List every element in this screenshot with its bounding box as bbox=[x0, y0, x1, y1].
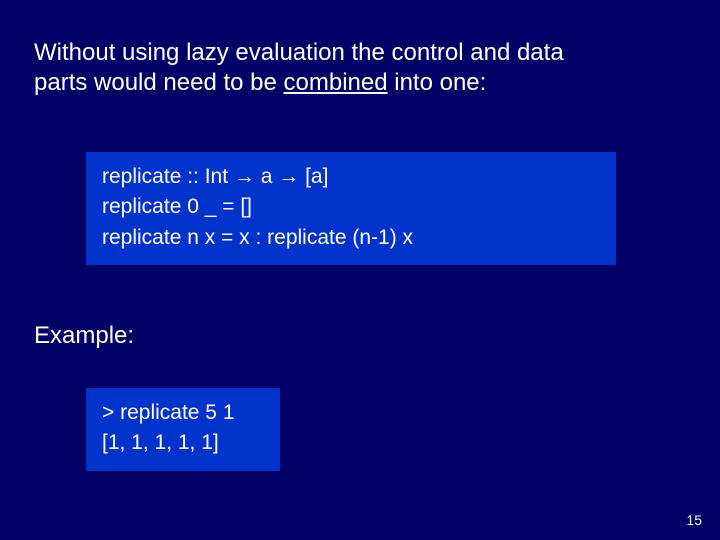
heading-underlined: combined bbox=[284, 69, 388, 96]
heading-line1: Without using lazy evaluation the contro… bbox=[34, 39, 564, 66]
page-number: 15 bbox=[686, 512, 702, 528]
code-block-replicate-example: > replicate 5 1 [1, 1, 1, 1, 1] bbox=[86, 388, 280, 471]
slide: Without using lazy evaluation the contro… bbox=[0, 0, 720, 540]
code-line: replicate n x = x : replicate (n-1) x bbox=[102, 223, 600, 253]
code-line: > replicate 5 1 bbox=[102, 398, 264, 428]
heading-line2-prefix: parts would need to be bbox=[34, 69, 284, 96]
code-line: [1, 1, 1, 1, 1] bbox=[102, 428, 264, 458]
heading-line2-suffix: into one: bbox=[388, 69, 487, 96]
code-block-replicate-def: replicate :: Int → a → [a] replicate 0 _… bbox=[86, 152, 616, 265]
code-line: replicate :: Int → a → [a] bbox=[102, 162, 600, 192]
code-line: replicate 0 _ = [] bbox=[102, 192, 600, 222]
example-label: Example: bbox=[34, 322, 134, 350]
slide-heading: Without using lazy evaluation the contro… bbox=[34, 38, 630, 98]
